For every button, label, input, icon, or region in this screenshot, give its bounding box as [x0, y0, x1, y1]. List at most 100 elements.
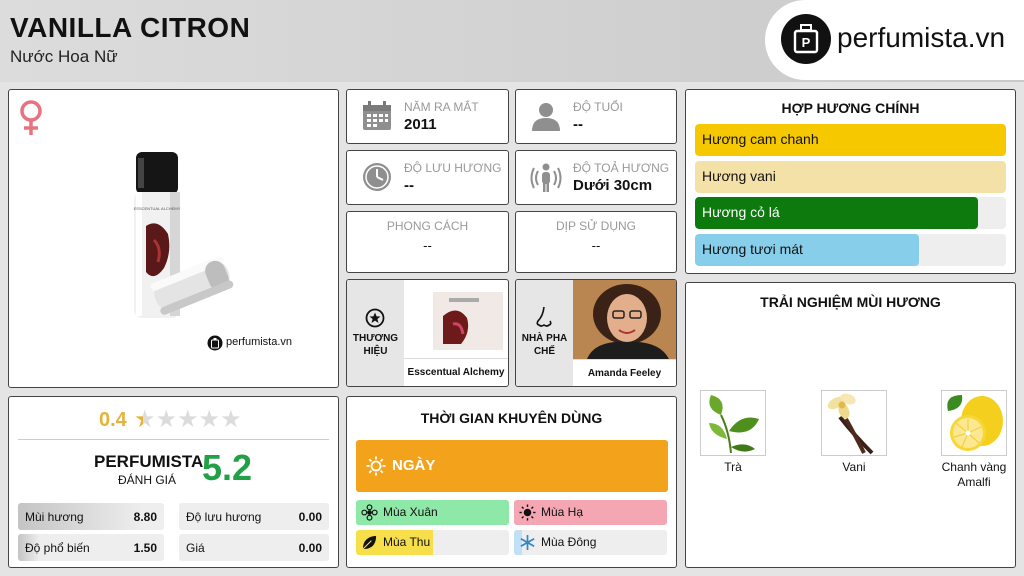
- radiating-person-icon: [530, 163, 562, 192]
- accord-label: Hương cỏ lá: [702, 204, 780, 220]
- launch-year-value: 2011: [404, 116, 437, 133]
- star-icon[interactable]: ★: [134, 408, 156, 432]
- nose-icon: [536, 306, 552, 327]
- perfumer-photo: [573, 280, 676, 359]
- season-autumn: Mùa Thu: [356, 530, 509, 555]
- season-label: Mùa Hạ: [541, 505, 584, 519]
- season-label: Mùa Đông: [541, 535, 597, 549]
- metric-scent: Mùi hương 8.80: [18, 503, 164, 530]
- note-item-vanilla[interactable]: Vani: [821, 390, 887, 475]
- logo-text: perfumista.vn: [837, 22, 1006, 53]
- svg-text:P: P: [802, 35, 811, 50]
- note-name-tea: Trà: [724, 460, 742, 474]
- star-rating[interactable]: ★★★★★: [134, 408, 242, 432]
- star-icon[interactable]: ★: [156, 408, 178, 432]
- accord-label: Hương vani: [702, 167, 776, 184]
- longevity-value: --: [404, 177, 414, 194]
- star-icon[interactable]: ★: [220, 408, 242, 432]
- metric-value: 0.00: [298, 510, 322, 524]
- launch-year-card: NĂM RA MẮT 2011: [346, 89, 509, 144]
- longevity-label: ĐỘ LƯU HƯƠNG: [404, 161, 502, 175]
- longevity-card: ĐỘ LƯU HƯƠNG --: [346, 150, 509, 205]
- star-icon[interactable]: ★: [177, 408, 199, 432]
- perfumer-card[interactable]: NHÀ PHA CHẾ Amanda Feeley: [515, 279, 677, 387]
- age-label: ĐỘ TUỔI: [573, 100, 623, 114]
- brand-name-row: Esscentual Alchemy: [404, 358, 508, 386]
- calendar-icon: [363, 101, 391, 130]
- bottle-label: ESSCENTUAL ALCHEMY: [134, 206, 181, 211]
- accords-title: HỢP HƯƠNG CHÍNH: [781, 100, 920, 116]
- note-item-tea[interactable]: Trà: [700, 390, 766, 475]
- day-label: NGÀY: [392, 457, 436, 474]
- vanilla-flower-icon: [827, 393, 874, 455]
- metric-label: Mùi hương: [25, 510, 84, 524]
- product-bottle-image[interactable]: ESSCENTUAL ALCHEMY: [124, 148, 234, 328]
- season-spring: Mùa Xuân: [356, 500, 509, 525]
- star-badge-icon: [365, 308, 385, 328]
- page-subtitle: Nước Hoa Nữ: [10, 47, 118, 66]
- age-value: --: [573, 116, 583, 133]
- sillage-value: Dưới 30cm: [573, 177, 653, 194]
- accord-bar: Hương vani: [695, 160, 1006, 193]
- season-winter: Mùa Đông: [514, 530, 667, 555]
- person-icon: [532, 103, 560, 131]
- brand-image: [409, 288, 505, 354]
- metric-popularity: Độ phổ biến 1.50: [18, 534, 164, 561]
- sun-icon: [519, 504, 536, 521]
- season-label: Mùa Thu: [383, 535, 431, 549]
- style-value: --: [423, 238, 432, 253]
- accord-label: Hương tươi mát: [702, 240, 803, 257]
- leaf-icon: [362, 535, 377, 550]
- sun-icon: [366, 456, 386, 476]
- watermark-text: perfumista.vn: [226, 336, 293, 348]
- brand-card[interactable]: THƯƠNG HIỆU Esscentual Alchemy: [346, 279, 509, 387]
- metric-label: Giá: [186, 541, 205, 555]
- launch-year-label: NĂM RA MẮT: [404, 100, 479, 114]
- perfumista-label: PERFUMISTA: [94, 452, 204, 471]
- rating-score: 0.4: [99, 409, 127, 431]
- bottle-logo-icon: [207, 335, 223, 351]
- accord-bar: Hương cỏ lá: [695, 197, 1006, 229]
- accord-bar: Hương cam chanh: [695, 124, 1006, 156]
- lemon-icon: [947, 395, 1003, 451]
- brand-name: Esscentual Alchemy: [407, 367, 505, 378]
- perfumer-label: NHÀ PHA CHẾ: [521, 333, 568, 357]
- brand-label: THƯƠNG HIỆU: [352, 333, 399, 357]
- time-title: THỜI GIAN KHUYÊN DÙNG: [420, 410, 603, 426]
- occasion-value: --: [591, 238, 601, 253]
- metric-value: 0.00: [298, 541, 322, 555]
- clock-icon: [363, 163, 391, 191]
- snowflake-icon: [520, 534, 535, 551]
- perfumista-score: 5.2: [202, 447, 253, 488]
- note-name-lemon: Chanh vàng Amalfi: [941, 460, 1007, 489]
- day-bar: NGÀY: [356, 440, 668, 492]
- style-card: PHONG CÁCH --: [346, 211, 509, 273]
- site-logo[interactable]: P perfumista.vn: [765, 0, 1024, 80]
- metric-value: 1.50: [133, 541, 157, 555]
- star-icon[interactable]: ★: [199, 408, 221, 432]
- metric-price: Giá 0.00: [179, 534, 329, 561]
- season-fill: [514, 500, 667, 525]
- perfumer-name-row: Amanda Feeley: [573, 359, 676, 386]
- header: VANILLA CITRON Nước Hoa Nữ P perfumista.…: [0, 0, 1024, 82]
- note-item-lemon[interactable]: Chanh vàng Amalfi: [941, 390, 1007, 490]
- season-summer: Mùa Hạ: [514, 500, 667, 525]
- bottle-logo-icon: P: [781, 14, 831, 64]
- metric-label: Độ lưu hương: [186, 510, 262, 524]
- divider: [18, 439, 329, 440]
- season-label: Mùa Xuân: [383, 505, 438, 519]
- sillage-card: ĐỘ TOẢ HƯƠNG Dưới 30cm: [515, 150, 677, 205]
- style-label: PHONG CÁCH: [386, 219, 469, 233]
- page-title: VANILLA CITRON: [10, 12, 251, 43]
- metric-label: Độ phổ biến: [25, 541, 90, 555]
- accord-bar: Hương tươi mát: [695, 233, 1006, 266]
- perfumer-card-sidebar: NHÀ PHA CHẾ: [516, 280, 573, 386]
- rating-panel: 0.4 ★★★★★ PERFUMISTA ĐÁNH GIÁ 5.2 Mùi hư…: [8, 396, 339, 568]
- accords-panel: HỢP HƯƠNG CHÍNH Hương cam chanh Hương van…: [685, 89, 1016, 274]
- eval-label: ĐÁNH GIÁ: [118, 473, 177, 487]
- occasion-label: DỊP SỬ DỤNG: [555, 219, 637, 233]
- age-card: ĐỘ TUỔI --: [515, 89, 677, 144]
- notes-title: TRẢI NGHIỆM MÙI HƯƠNG: [760, 294, 941, 310]
- metric-longevity: Độ lưu hương 0.00: [179, 503, 329, 530]
- perfumer-name: Amanda Feeley: [587, 368, 662, 379]
